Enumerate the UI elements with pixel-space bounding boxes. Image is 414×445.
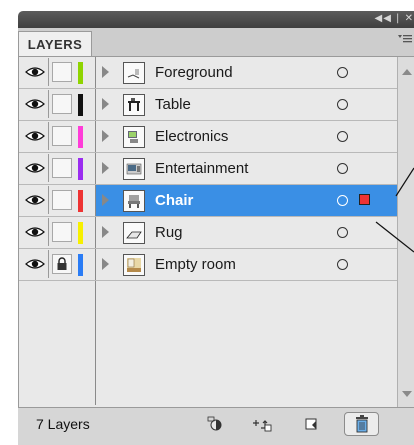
lock-toggle[interactable] bbox=[52, 190, 72, 210]
expand-triangle-icon[interactable] bbox=[102, 98, 109, 110]
layer-thumbnail bbox=[123, 254, 145, 276]
layer-name-area[interactable]: Table bbox=[96, 89, 398, 120]
lock-toggle[interactable] bbox=[52, 158, 72, 178]
layer-name-area[interactable]: Empty room bbox=[96, 249, 398, 280]
layer-color-swatch bbox=[78, 126, 83, 148]
new-layer-icon[interactable] bbox=[301, 414, 323, 434]
layer-name-area[interactable]: Entertainment bbox=[96, 153, 398, 184]
expand-triangle-icon[interactable] bbox=[102, 258, 109, 270]
layer-row[interactable]: Entertainment bbox=[19, 153, 398, 185]
expand-triangle-icon[interactable] bbox=[102, 130, 109, 142]
delete-selection-button[interactable] bbox=[344, 412, 379, 436]
layer-color-swatch bbox=[78, 62, 83, 84]
lock-icon[interactable] bbox=[52, 254, 72, 274]
target-circle-icon[interactable] bbox=[337, 195, 348, 206]
layer-name: Foreground bbox=[155, 57, 233, 88]
expand-triangle-icon[interactable] bbox=[102, 66, 109, 78]
layer-name: Rug bbox=[155, 217, 183, 248]
layer-name: Empty room bbox=[155, 249, 236, 280]
layer-name: Entertainment bbox=[155, 153, 248, 184]
create-sublayer-icon[interactable] bbox=[250, 414, 272, 434]
lock-toggle[interactable] bbox=[52, 62, 72, 82]
layer-thumbnail bbox=[123, 158, 145, 180]
layer-row[interactable]: Table bbox=[19, 89, 398, 121]
layer-row[interactable]: Electronics bbox=[19, 121, 398, 153]
expand-triangle-icon[interactable] bbox=[102, 226, 109, 238]
make-clipping-mask-icon[interactable] bbox=[205, 414, 227, 434]
target-circle-icon[interactable] bbox=[337, 131, 348, 142]
target-circle-icon[interactable] bbox=[337, 67, 348, 78]
visibility-eye-icon[interactable] bbox=[21, 250, 49, 278]
layer-color-swatch bbox=[78, 158, 83, 180]
target-circle-icon[interactable] bbox=[337, 163, 348, 174]
layer-color-swatch bbox=[78, 190, 83, 212]
layer-thumbnail bbox=[123, 62, 145, 84]
layer-name: Chair bbox=[155, 185, 193, 216]
selection-indicator-square[interactable] bbox=[359, 194, 370, 205]
layer-name-area[interactable]: Rug bbox=[96, 217, 398, 248]
layer-row[interactable]: Rug bbox=[19, 217, 398, 249]
panel-titlebar: ◀◀ | ✕ bbox=[18, 11, 414, 28]
layer-color-swatch bbox=[78, 94, 83, 116]
lock-toggle[interactable] bbox=[52, 222, 72, 242]
layers-list: ForegroundTableElectronicsEntertainmentC… bbox=[18, 57, 398, 407]
layers-scrollbar[interactable] bbox=[397, 57, 414, 407]
layer-thumbnail bbox=[123, 222, 145, 244]
layer-thumbnail bbox=[123, 190, 145, 212]
lock-toggle[interactable] bbox=[52, 94, 72, 114]
lock-toggle[interactable] bbox=[52, 126, 72, 146]
layer-thumbnail bbox=[123, 126, 145, 148]
layer-row[interactable]: Chair bbox=[19, 185, 398, 217]
layer-name-area[interactable]: Chair bbox=[96, 185, 398, 216]
visibility-eye-icon[interactable] bbox=[21, 58, 49, 86]
visibility-eye-icon[interactable] bbox=[21, 90, 49, 118]
visibility-eye-icon[interactable] bbox=[21, 218, 49, 246]
layer-name: Table bbox=[155, 89, 191, 120]
expand-triangle-icon[interactable] bbox=[102, 162, 109, 174]
target-circle-icon[interactable] bbox=[337, 259, 348, 270]
scroll-up-arrow-icon[interactable] bbox=[402, 69, 412, 75]
layer-name-area[interactable]: Foreground bbox=[96, 57, 398, 88]
panel-footer: 7 Layers bbox=[18, 407, 414, 445]
panel-window-controls[interactable]: ◀◀ | ✕ bbox=[375, 13, 414, 24]
layer-name-area[interactable]: Electronics bbox=[96, 121, 398, 152]
visibility-eye-icon[interactable] bbox=[21, 154, 49, 182]
panel-menu-icon[interactable] bbox=[398, 34, 412, 47]
layer-row[interactable]: Foreground bbox=[19, 57, 398, 89]
panel-tab-row: LAYERS bbox=[18, 28, 414, 57]
layer-color-swatch bbox=[78, 254, 83, 276]
layer-name: Electronics bbox=[155, 121, 228, 152]
visibility-eye-icon[interactable] bbox=[21, 122, 49, 150]
target-circle-icon[interactable] bbox=[337, 227, 348, 238]
visibility-eye-icon[interactable] bbox=[21, 186, 49, 214]
expand-triangle-icon[interactable] bbox=[102, 194, 109, 206]
layer-count: 7 Layers bbox=[36, 408, 90, 441]
target-circle-icon[interactable] bbox=[337, 99, 348, 110]
tab-layers[interactable]: LAYERS bbox=[18, 31, 92, 56]
scroll-down-arrow-icon[interactable] bbox=[402, 391, 412, 397]
layer-color-swatch bbox=[78, 222, 83, 244]
layer-thumbnail bbox=[123, 94, 145, 116]
layer-row[interactable]: Empty room bbox=[19, 249, 398, 281]
